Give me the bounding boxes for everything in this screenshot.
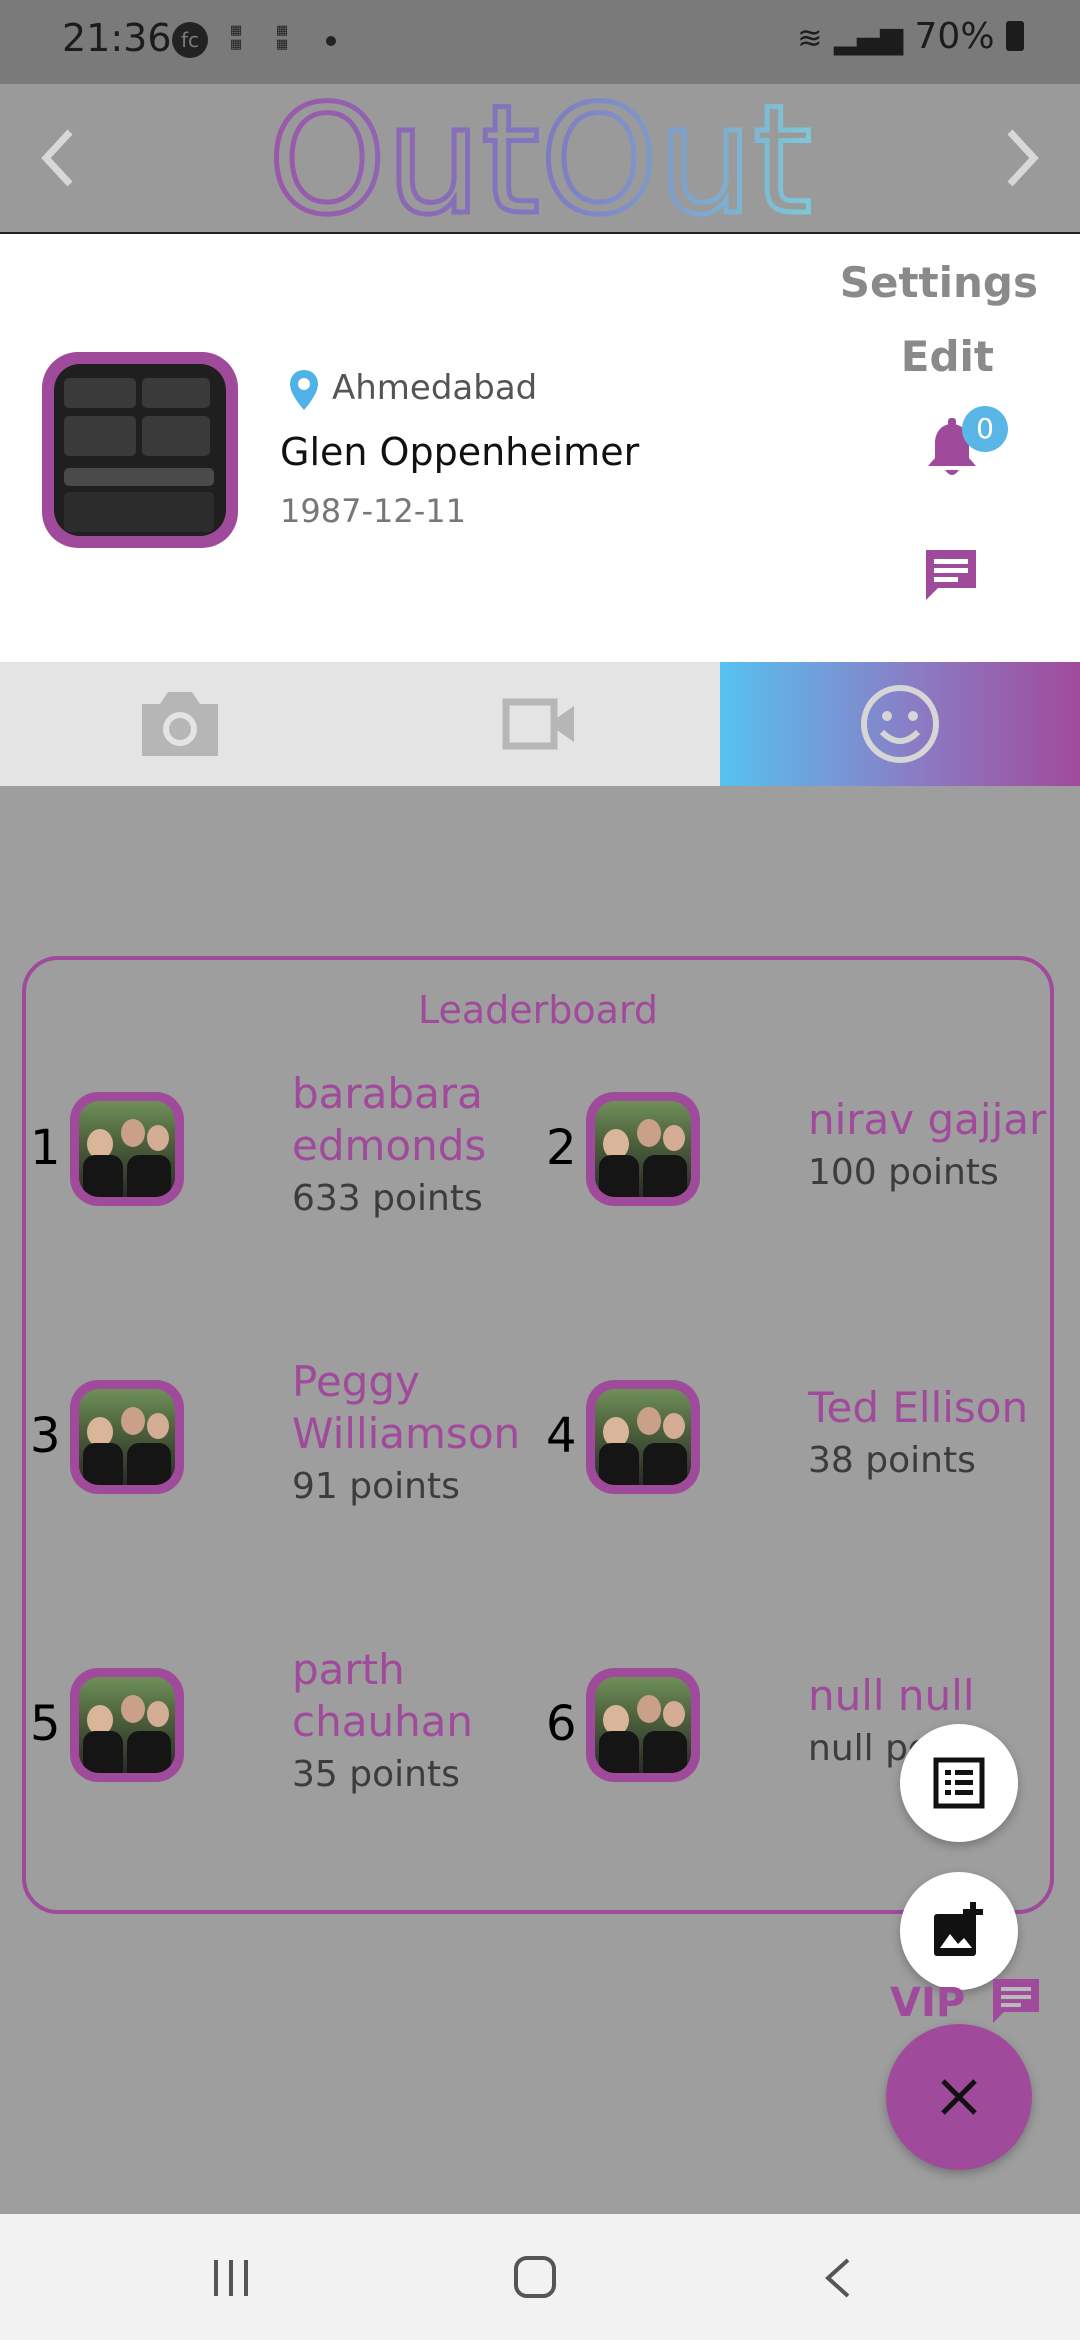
add-photo-icon [934, 1902, 983, 1956]
player-points: 91 points [292, 1466, 460, 1507]
home-icon[interactable] [512, 2254, 558, 2300]
edit-button[interactable]: Edit [901, 332, 994, 381]
notification-badge: 0 [962, 406, 1008, 452]
logo-text: OutOut [268, 84, 812, 232]
outout-logo: OutOut [266, 84, 815, 232]
rank-number: 3 [30, 1408, 61, 1464]
notification-app-icon: fc [172, 22, 208, 58]
profile-card: Ahmedabad Glen Oppenheimer 1987-12-11 Se… [0, 234, 1080, 662]
video-icon [502, 698, 574, 750]
signal-icon: ▂▄▆ [833, 21, 904, 56]
player-name[interactable]: nirav gajjar [808, 1094, 1046, 1146]
player-avatar[interactable] [586, 1668, 700, 1782]
system-nav-bar [0, 2214, 1080, 2340]
chevron-right-icon[interactable] [980, 118, 1060, 198]
chevron-left-icon[interactable] [20, 118, 100, 198]
player-avatar[interactable] [586, 1380, 700, 1494]
status-right: ≋ ▂▄▆ 70% [797, 16, 1024, 57]
rank-number: 1 [30, 1120, 61, 1176]
close-icon [941, 2079, 977, 2115]
camera-icon [142, 692, 218, 756]
player-name[interactable]: parth chauhan [292, 1644, 473, 1748]
player-points: 38 points [808, 1440, 976, 1481]
player-avatar[interactable] [70, 1668, 184, 1782]
rank-number: 5 [30, 1696, 61, 1752]
player-points: 35 points [292, 1754, 460, 1795]
tab-photos[interactable] [0, 662, 360, 786]
media-tabs [0, 662, 1080, 786]
rank-number: 2 [546, 1120, 577, 1176]
tab-videos[interactable] [360, 662, 720, 786]
list-fab-button[interactable] [900, 1724, 1018, 1842]
profile-dob: 1987-12-11 [280, 492, 466, 530]
player-points: 633 points [292, 1178, 483, 1219]
status-bar: 21:36 fc ▦ ▦ ▦ ▦ ≋ ▂▄▆ 70% [0, 0, 1080, 84]
settings-button[interactable]: Settings [840, 258, 1038, 307]
add-image-fab-button[interactable] [900, 1872, 1018, 1990]
back-icon[interactable] [820, 2256, 856, 2300]
app-header: OutOut [0, 84, 1080, 235]
location-pin-icon [290, 370, 318, 410]
battery-percent: 70% [914, 16, 995, 57]
emoji-icon [861, 685, 939, 763]
battery-icon [1006, 21, 1024, 51]
player-avatar[interactable] [70, 1380, 184, 1494]
profile-location: Ahmedabad [332, 368, 538, 408]
vip-label[interactable]: VIP [890, 1980, 965, 2026]
profile-name: Glen Oppenheimer [280, 430, 640, 474]
status-time: 21:36 [62, 16, 172, 60]
chat-icon[interactable] [990, 1976, 1042, 2026]
close-fab-button[interactable] [886, 2024, 1032, 2170]
player-avatar[interactable] [586, 1092, 700, 1206]
player-name[interactable]: Ted Ellison [808, 1382, 1028, 1434]
player-name[interactable]: Peggy Williamson [292, 1356, 520, 1460]
player-avatar[interactable] [70, 1092, 184, 1206]
rank-number: 6 [546, 1696, 577, 1752]
notification-icon: ▦ ▦ [275, 23, 289, 52]
tab-emoji[interactable] [720, 662, 1080, 786]
player-name[interactable]: null null [808, 1670, 975, 1722]
chat-icon[interactable] [922, 546, 980, 604]
wifi-icon: ≋ [797, 21, 823, 56]
player-points: 100 points [808, 1152, 999, 1193]
profile-avatar[interactable] [42, 352, 238, 548]
recent-apps-icon[interactable] [210, 2258, 254, 2298]
notification-icon: ▦ ▦ [229, 23, 243, 52]
list-icon [933, 1757, 985, 1809]
avatar-image [54, 364, 226, 536]
leaderboard-title: Leaderboard [417, 988, 659, 1032]
rank-number: 4 [546, 1408, 577, 1464]
player-name[interactable]: barabara edmonds [292, 1068, 486, 1172]
leaderboard-panel: Leaderboard 1 barabara edmonds 633 points… [22, 956, 1054, 1914]
more-notifications-dot-icon [326, 36, 336, 46]
